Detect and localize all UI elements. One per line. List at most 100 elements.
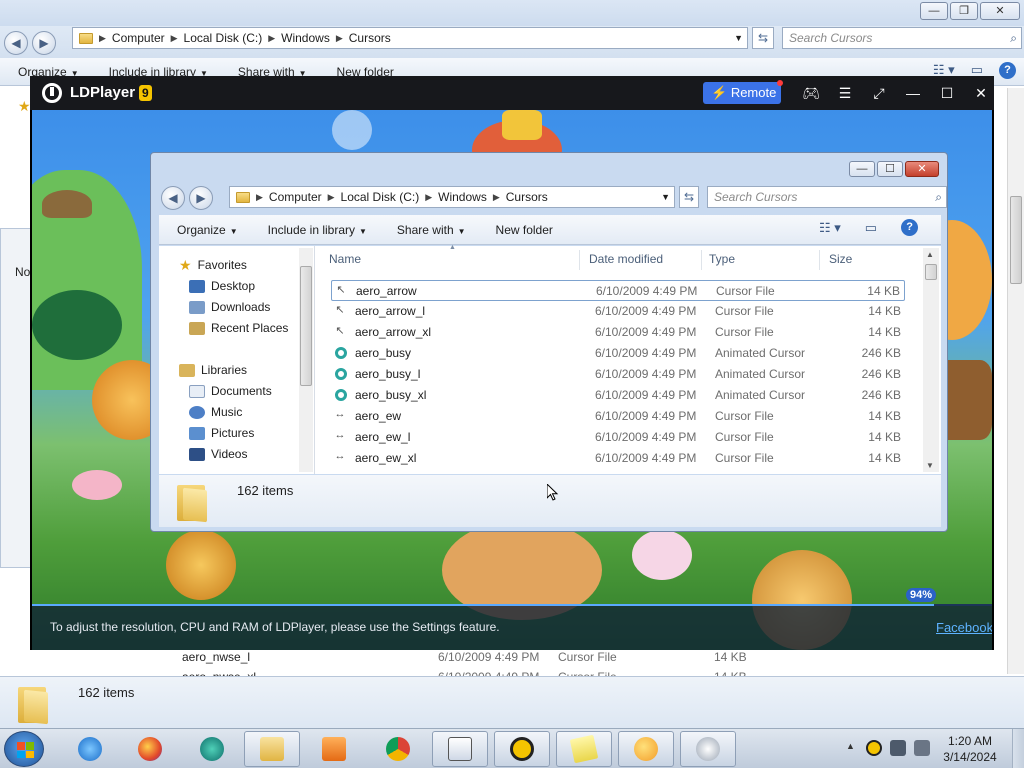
- breadcrumb-local-disk[interactable]: Local Disk (C:): [184, 31, 263, 45]
- gamepad-icon[interactable]: 🎮︎: [794, 82, 828, 104]
- column-header-name[interactable]: Name: [329, 252, 361, 266]
- minimize-button[interactable]: —: [849, 161, 875, 177]
- show-hidden-icons-icon[interactable]: ▲: [846, 741, 855, 751]
- file-row[interactable]: aero_busy_l 6/10/2009 4:49 PM Animated Cur…: [331, 364, 905, 385]
- menu-icon[interactable]: ☰: [828, 82, 862, 104]
- taskbar-file-explorer[interactable]: [244, 731, 300, 767]
- maximize-button[interactable]: ☐: [877, 161, 903, 177]
- pictures-icon: [189, 426, 205, 440]
- nav-favorites[interactable]: ★ Favorites: [179, 256, 247, 274]
- close-icon[interactable]: ✕: [964, 82, 998, 104]
- taskbar-firefox[interactable]: [122, 731, 178, 767]
- refresh-button[interactable]: ⇆: [752, 27, 774, 49]
- background-search-input[interactable]: Search Cursors ⌕: [782, 27, 1022, 49]
- nav-videos[interactable]: Videos: [189, 445, 247, 463]
- preview-pane-icon[interactable]: ▭: [865, 220, 877, 236]
- column-header-size[interactable]: Size: [829, 252, 852, 266]
- breadcrumb-windows[interactable]: Windows: [438, 190, 487, 204]
- background-scrollbar[interactable]: [1007, 88, 1024, 674]
- nav-music[interactable]: Music: [189, 403, 242, 421]
- back-button[interactable]: ◀: [161, 186, 185, 210]
- background-address-bar[interactable]: ▶ Computer ▶ Local Disk (C:) ▶ Windows ▶…: [72, 27, 748, 49]
- item-count: 162 items: [78, 685, 135, 700]
- clock[interactable]: 1:20 AM 3/14/2024: [940, 733, 1000, 765]
- close-button[interactable]: ✕: [980, 2, 1020, 20]
- include-in-library-menu[interactable]: Include in library ▼: [268, 223, 367, 237]
- view-options-icon[interactable]: ☷ ▾: [819, 220, 841, 236]
- taskbar-media-player[interactable]: [306, 731, 362, 767]
- address-bar[interactable]: ▶ Computer ▶ Local Disk (C:) ▶ Windows ▶…: [229, 186, 675, 208]
- taskbar-internet-explorer[interactable]: [62, 731, 118, 767]
- remote-button[interactable]: ⚡ Remote: [703, 80, 783, 104]
- resize-icon[interactable]: ⤢: [862, 82, 896, 104]
- file-row[interactable]: aero_busy_xl 6/10/2009 4:49 PM Animated Cu…: [331, 385, 905, 406]
- taskbar-ld-multiplayer[interactable]: [184, 731, 240, 767]
- forward-button[interactable]: ▶: [32, 31, 56, 55]
- forward-button[interactable]: ▶: [189, 186, 213, 210]
- notepad-icon: [448, 737, 472, 761]
- taskbar-speaker-app[interactable]: [680, 731, 736, 767]
- taskbar-notepad[interactable]: [432, 731, 488, 767]
- dropdown-arrow-icon[interactable]: ▼: [661, 192, 670, 202]
- nav-scrollbar[interactable]: [299, 248, 313, 472]
- file-row[interactable]: ↖ aero_arrow_l 6/10/2009 4:49 PM Cursor Fi…: [331, 301, 905, 322]
- breadcrumb-local-disk[interactable]: Local Disk (C:): [341, 190, 420, 204]
- explorer-window: — ☐ ✕ ◀ ▶ ▶ Computer ▶ Local Disk (C:) ▶…: [150, 152, 948, 532]
- dropdown-arrow-icon[interactable]: ▼: [734, 33, 743, 43]
- ldplayer-logo-icon: [42, 83, 62, 103]
- list-item[interactable]: aero_nwse_l 6/10/2009 4:49 PM Cursor Fil…: [160, 648, 1006, 668]
- file-row[interactable]: ↔ aero_ew_xl 6/10/2009 4:49 PM Cursor File…: [331, 448, 905, 469]
- file-row[interactable]: ↖ aero_arrow 6/10/2009 4:49 PM Cursor File…: [331, 280, 905, 301]
- start-button[interactable]: [4, 731, 44, 767]
- version-badge: 9: [139, 85, 152, 101]
- volume-muted-icon[interactable]: [914, 740, 930, 756]
- facebook-link[interactable]: Facebook: [936, 620, 992, 635]
- lightning-icon: ⚡: [711, 85, 728, 100]
- breadcrumb-cursors[interactable]: Cursors: [506, 190, 548, 204]
- breadcrumb-windows[interactable]: Windows: [281, 31, 330, 45]
- maximize-icon[interactable]: ☐: [930, 82, 964, 104]
- nav-libraries[interactable]: Libraries: [179, 361, 247, 379]
- nav-documents[interactable]: Documents: [189, 382, 272, 400]
- new-folder-button[interactable]: New folder: [496, 223, 553, 237]
- taskbar-sticky-notes[interactable]: [556, 731, 612, 767]
- refresh-button[interactable]: ⇆: [679, 186, 699, 208]
- minimize-button[interactable]: —: [920, 2, 948, 20]
- restore-button[interactable]: ❐: [950, 2, 978, 20]
- scroll-up-icon[interactable]: ▲: [926, 250, 934, 259]
- scroll-down-icon[interactable]: ▼: [926, 461, 934, 470]
- column-header-date[interactable]: Date modified: [589, 252, 663, 266]
- network-icon[interactable]: [890, 740, 906, 756]
- taskbar-ldplayer[interactable]: [494, 731, 550, 767]
- breadcrumb-computer[interactable]: Computer: [112, 31, 165, 45]
- file-row[interactable]: ↔ aero_ew_l 6/10/2009 4:49 PM Cursor File 1…: [331, 427, 905, 448]
- nav-desktop[interactable]: Desktop: [189, 277, 255, 295]
- organize-menu[interactable]: Organize ▼: [177, 223, 238, 237]
- ldplayer-tray-icon[interactable]: [866, 740, 882, 756]
- search-icon: ⌕: [935, 190, 942, 204]
- nav-recent-places[interactable]: Recent Places: [189, 319, 288, 337]
- file-list-scrollbar[interactable]: ▲ ▼: [923, 248, 939, 472]
- help-icon[interactable]: ?: [901, 219, 919, 236]
- search-input[interactable]: Search Cursors ⌕: [707, 186, 947, 208]
- file-row[interactable]: aero_busy 6/10/2009 4:49 PM Animated Curso…: [331, 343, 905, 364]
- back-button[interactable]: ◀: [4, 31, 28, 55]
- breadcrumb-computer[interactable]: Computer: [269, 190, 322, 204]
- sticky-notes-icon: [569, 734, 599, 764]
- minimize-icon[interactable]: —: [896, 82, 930, 104]
- file-explorer-icon: [260, 737, 284, 761]
- explorer-body: ★ Favorites Desktop Downloads Recent Pla…: [159, 244, 941, 474]
- file-row[interactable]: ↖ aero_arrow_xl 6/10/2009 4:49 PM Cursor F…: [331, 322, 905, 343]
- resize-ew-cursor-icon: ↔: [334, 450, 346, 462]
- help-icon[interactable]: ?: [999, 62, 1016, 79]
- nav-downloads[interactable]: Downloads: [189, 298, 270, 316]
- close-button[interactable]: ✕: [905, 161, 939, 177]
- column-header-type[interactable]: Type: [709, 252, 735, 266]
- taskbar-chrome[interactable]: [370, 731, 426, 767]
- show-desktop-button[interactable]: [1012, 729, 1024, 768]
- share-with-menu[interactable]: Share with ▼: [397, 223, 466, 237]
- breadcrumb-cursors[interactable]: Cursors: [349, 31, 391, 45]
- taskbar-paint[interactable]: [618, 731, 674, 767]
- file-row[interactable]: ↔ aero_ew 6/10/2009 4:49 PM Cursor File 14 …: [331, 406, 905, 427]
- nav-pictures[interactable]: Pictures: [189, 424, 254, 442]
